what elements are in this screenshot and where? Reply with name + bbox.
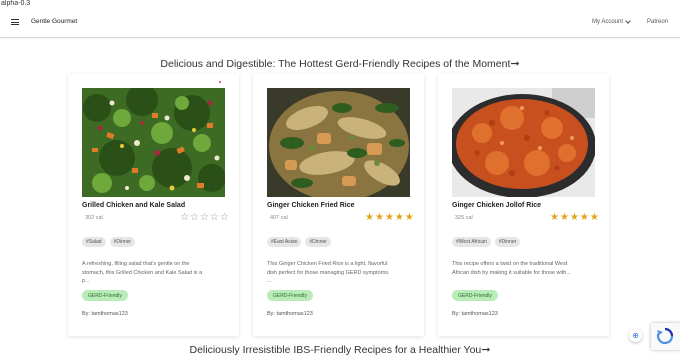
arrow-right-icon[interactable]: ➞: [510, 58, 519, 70]
recipe-title[interactable]: Grilled Chicken and Kale Salad: [82, 202, 185, 209]
brand-name[interactable]: Gentle Gourmet: [31, 18, 77, 25]
chevron-down-icon[interactable]: [625, 18, 631, 24]
tag-list: #Salad #Dinner: [82, 237, 136, 247]
floating-action-button[interactable]: ⊕: [629, 329, 642, 342]
tag-chip[interactable]: #Dinner: [494, 237, 521, 247]
menu-icon[interactable]: [11, 19, 19, 25]
star-empty-icon[interactable]: ☆: [180, 213, 189, 223]
section-title-text: Delicious and Digestible: The Hottest Ge…: [160, 58, 511, 70]
star-filled-icon[interactable]: ★: [395, 213, 404, 223]
star-empty-icon[interactable]: ☆: [200, 213, 209, 223]
tag-chip[interactable]: #Salad: [82, 237, 106, 247]
calories-label: 325 cal: [455, 215, 473, 221]
star-filled-icon[interactable]: ★: [365, 213, 374, 223]
gerd-friendly-badge: GERD-Friendly: [267, 290, 313, 301]
section-title-text: Deliciously Irresistible IBS-Friendly Re…: [189, 344, 482, 356]
star-filled-icon[interactable]: ★: [550, 213, 559, 223]
calories-label: 407 cal: [270, 215, 288, 221]
tag-list: #East Asian #Dinner: [267, 237, 331, 247]
recipe-title[interactable]: Ginger Chicken Jollof Rice: [452, 202, 541, 209]
recipe-description: A refreshing, filling salad that's gentl…: [82, 261, 203, 284]
star-filled-icon[interactable]: ★: [560, 213, 569, 223]
author-link[interactable]: By: tamthomas123: [267, 311, 313, 317]
author-link[interactable]: By: tamthomas123: [82, 311, 128, 317]
recipe-title[interactable]: Ginger Chicken Fried Rice: [267, 202, 355, 209]
star-rating[interactable]: ★ ★ ★ ★ ★: [365, 213, 414, 223]
my-account-menu[interactable]: My Account: [592, 19, 623, 25]
recipe-card[interactable]: Grilled Chicken and Kale Salad 302 cal ☆…: [68, 74, 239, 336]
tag-list: #West African #Dinner: [452, 237, 521, 247]
tag-chip[interactable]: #East Asian: [267, 237, 302, 247]
calories-label: 302 cal: [85, 215, 103, 221]
gerd-friendly-badge: GERD-Friendly: [452, 290, 498, 301]
star-empty-icon[interactable]: ☆: [220, 213, 229, 223]
recipe-card[interactable]: Ginger Chicken Jollof Rice 325 cal ★ ★ ★…: [438, 74, 609, 336]
star-filled-icon[interactable]: ★: [375, 213, 384, 223]
star-filled-icon[interactable]: ★: [405, 213, 414, 223]
star-filled-icon[interactable]: ★: [590, 213, 599, 223]
star-empty-icon[interactable]: ☆: [210, 213, 219, 223]
top-navbar: Gentle Gourmet My Account Patreon: [0, 10, 680, 38]
arrow-right-icon[interactable]: ➞: [481, 344, 490, 356]
tag-chip[interactable]: #West African: [452, 237, 491, 247]
fried-rice-photo[interactable]: [267, 88, 410, 197]
star-filled-icon[interactable]: ★: [570, 213, 579, 223]
author-link[interactable]: By: tamthomas123: [452, 311, 498, 317]
recaptcha-badge[interactable]: [651, 323, 680, 350]
recipe-description: This Ginger Chicken Fried Rice is a ligh…: [267, 261, 390, 284]
section-title-gerd[interactable]: Delicious and Digestible: The Hottest Ge…: [0, 57, 680, 70]
star-rating[interactable]: ★ ★ ★ ★ ★: [550, 213, 599, 223]
tag-chip[interactable]: #Dinner: [109, 237, 136, 247]
jollof-rice-photo[interactable]: [452, 88, 595, 197]
tag-chip[interactable]: #Dinner: [305, 237, 331, 247]
star-empty-icon[interactable]: ☆: [190, 213, 199, 223]
gerd-friendly-badge: GERD-Friendly: [82, 290, 128, 301]
recipe-description: This recipe offers a twist on the tradit…: [452, 261, 571, 276]
salad-photo[interactable]: [82, 88, 225, 197]
recipe-card[interactable]: Ginger Chicken Fried Rice 407 cal ★ ★ ★ …: [253, 74, 424, 336]
notification-dot: [219, 81, 221, 83]
star-filled-icon[interactable]: ★: [580, 213, 589, 223]
version-label: alpha-0.3: [1, 0, 31, 7]
star-rating[interactable]: ☆ ☆ ☆ ☆ ☆: [180, 213, 229, 223]
star-filled-icon[interactable]: ★: [385, 213, 394, 223]
patreon-link[interactable]: Patreon: [647, 19, 668, 25]
